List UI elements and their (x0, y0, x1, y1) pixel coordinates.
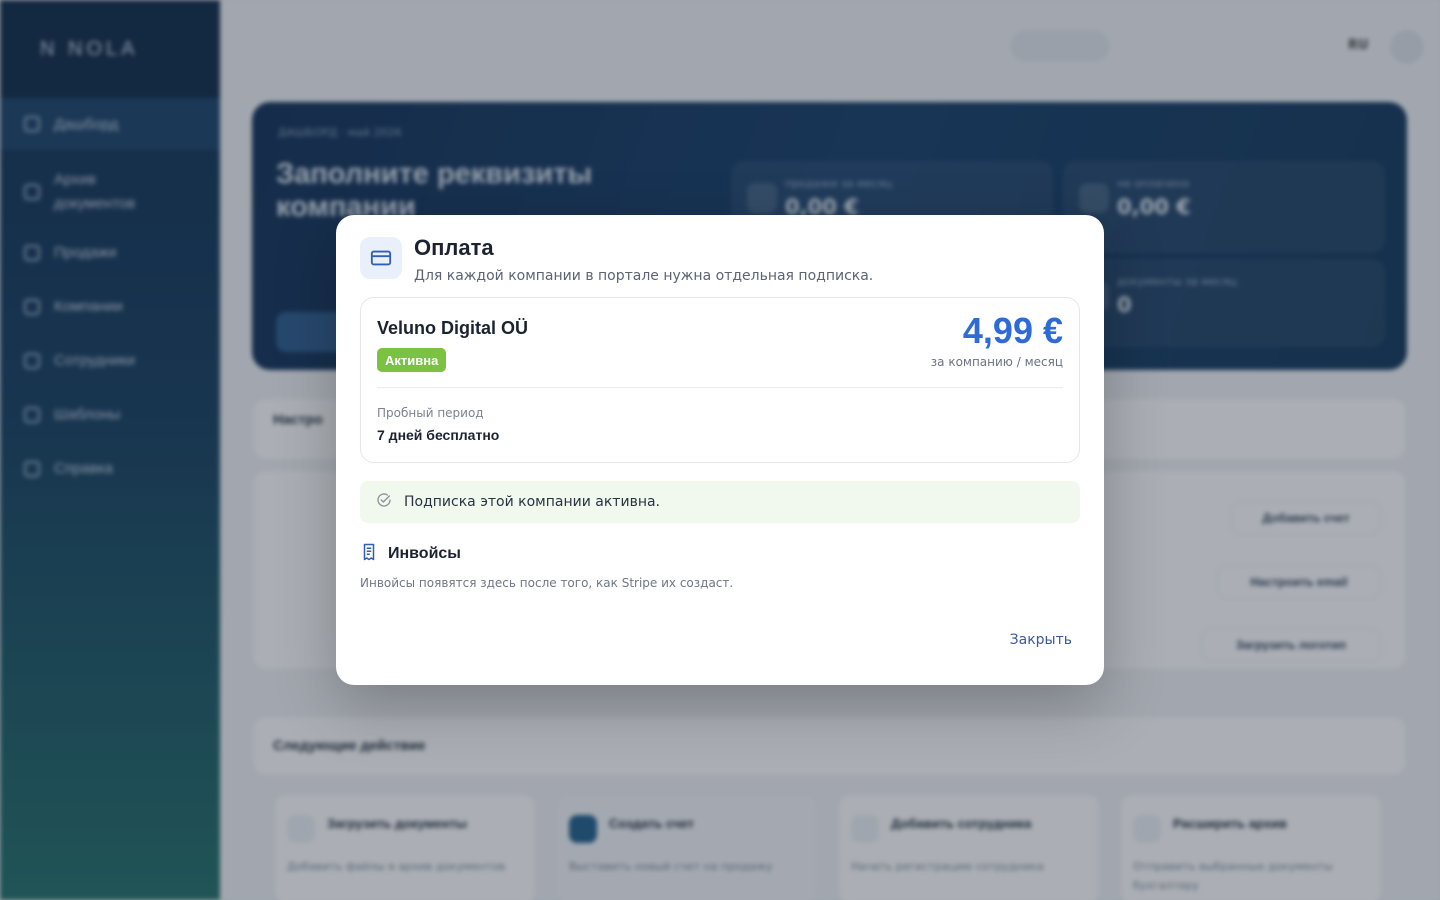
invoices-title: Инвойсы (388, 545, 461, 562)
trial-value: 7 дней бесплатно (377, 427, 500, 443)
company-name: Veluno Digital OÜ (377, 318, 529, 338)
subscription-status: Подписка этой компании активна. (360, 481, 1080, 523)
plan-price: 4,99 € (962, 310, 1063, 351)
status-badge: Активна (377, 348, 447, 372)
modal-subtitle: Для каждой компании в портале нужна отде… (414, 268, 874, 284)
close-button[interactable]: Закрыть (1010, 632, 1072, 648)
receipt-icon (360, 543, 378, 565)
modal-title: Оплата (414, 235, 494, 260)
plan-card: Veluno Digital OÜ Активна 4,99 € за комп… (360, 297, 1080, 463)
plan-period: за компанию / месяц (930, 355, 1063, 369)
trial-label: Пробный период (377, 406, 484, 420)
divider (377, 387, 1063, 388)
invoices-header: Инвойсы (360, 543, 461, 565)
billing-modal: Оплата Для каждой компании в портале нуж… (336, 215, 1104, 685)
invoices-empty-note: Инвойсы появятся здесь после того, как S… (360, 576, 734, 590)
status-text: Подписка этой компании активна. (404, 494, 660, 510)
credit-card-icon (360, 237, 402, 279)
check-circle-icon (376, 492, 392, 512)
